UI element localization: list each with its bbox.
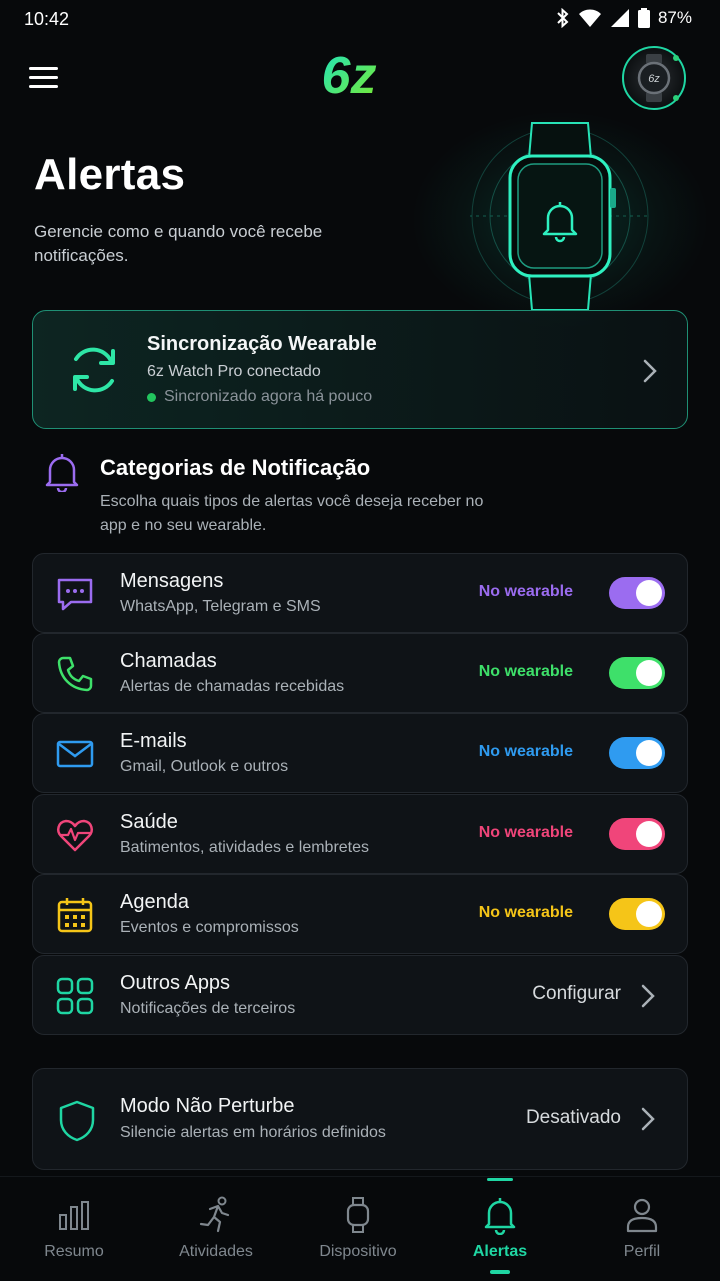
toggle-knob	[636, 901, 662, 927]
category-row-agenda[interactable]: Agenda Eventos e compromissos No wearabl…	[32, 874, 688, 954]
wearable-tag: No wearable	[478, 583, 573, 600]
chevron-right-icon	[641, 1107, 655, 1131]
sync-status-text: Sincronizado agora há pouco	[164, 388, 373, 405]
toggle-agenda[interactable]	[609, 898, 665, 930]
message-icon	[57, 578, 93, 611]
toggle-knob	[636, 580, 662, 606]
hamburger-icon	[29, 67, 58, 88]
sync-device: 6z Watch Pro conectado	[147, 363, 321, 380]
categories-description: Escolha quais tipos de alertas você dese…	[100, 493, 484, 534]
row-title: Agenda	[120, 891, 189, 913]
row-subtitle: Batimentos, atividades e lembretes	[120, 839, 370, 856]
app-logo: 6z	[312, 46, 386, 105]
row-title: Mensagens	[120, 570, 224, 592]
bottom-nav: Resumo Atividades Dispositivo Alertas Pe…	[0, 1176, 720, 1281]
battery-percent: 87%	[657, 8, 692, 27]
bluetooth-icon	[557, 8, 569, 28]
active-tab-indicator	[487, 1178, 513, 1181]
nav-item-perfil[interactable]: Perfil	[570, 1177, 714, 1281]
page-subtitle: Gerencie como e quando você recebe notif…	[34, 222, 323, 265]
nav-label: Perfil	[623, 1243, 661, 1260]
mail-icon	[56, 740, 94, 768]
wearable-tag: No wearable	[478, 743, 573, 760]
chevron-right-icon	[643, 359, 657, 383]
active-tab-dot	[490, 1270, 510, 1274]
toggle-knob	[636, 821, 662, 847]
category-row-emails[interactable]: E-mails Gmail, Outlook e outros No weara…	[32, 713, 688, 793]
row-title: Saúde	[120, 811, 178, 833]
configure-link[interactable]: Configurar	[532, 983, 621, 1005]
toggle-emails[interactable]	[609, 737, 665, 769]
nav-label: Dispositivo	[319, 1243, 397, 1260]
bell-icon	[484, 1198, 516, 1235]
nav-item-alertas[interactable]: Alertas	[428, 1177, 572, 1281]
chevron-right-icon	[641, 984, 655, 1008]
avatar-label: 6z	[648, 73, 660, 85]
status-bar: 10:42 87%	[0, 0, 720, 40]
wifi-icon	[578, 9, 601, 27]
toggle-knob	[636, 660, 662, 686]
running-icon	[199, 1196, 230, 1233]
row-subtitle: WhatsApp, Telegram e SMS	[120, 598, 321, 615]
do-not-disturb-row[interactable]: Modo Não Perturbe Silencie alertas em ho…	[32, 1068, 688, 1170]
toggle-chamadas[interactable]	[609, 657, 665, 689]
nav-item-resumo[interactable]: Resumo	[2, 1177, 146, 1281]
page-title: Alertas	[34, 150, 186, 199]
shield-icon	[59, 1100, 95, 1142]
row-subtitle: Alertas de chamadas recebidas	[120, 678, 345, 695]
nav-label: Atividades	[179, 1243, 253, 1260]
row-subtitle: Eventos e compromissos	[120, 919, 299, 936]
sync-title: Sincronização Wearable	[147, 333, 377, 355]
signal-icon	[610, 9, 629, 27]
phone-icon	[57, 656, 93, 692]
row-title: Outros Apps	[120, 972, 231, 994]
row-subtitle: Notificações de terceiros	[120, 1000, 296, 1017]
nav-item-atividades[interactable]: Atividades	[144, 1177, 288, 1281]
sync-icon	[73, 347, 115, 393]
avatar[interactable]: 6z	[622, 46, 686, 110]
wearable-tag: No wearable	[478, 904, 573, 921]
wearable-tag: No wearable	[478, 663, 573, 680]
status-dot-icon	[147, 392, 156, 402]
status-icons: 87%	[556, 8, 692, 28]
row-title: Chamadas	[120, 650, 217, 672]
smartwatch-illustration	[470, 122, 650, 311]
dnd-title: Modo Não Perturbe	[120, 1095, 295, 1117]
category-row-mensagens[interactable]: Mensagens WhatsApp, Telegram e SMS No we…	[32, 553, 688, 633]
bell-icon	[45, 454, 79, 492]
row-title: E-mails	[120, 730, 187, 752]
logo-text: 6z	[322, 47, 377, 102]
watch-icon	[346, 1197, 370, 1233]
apps-grid-icon	[56, 977, 94, 1015]
category-row-outros-apps[interactable]: Outros Apps Notificações de terceiros Co…	[32, 955, 688, 1035]
nav-label: Resumo	[44, 1243, 104, 1260]
category-row-saude[interactable]: Saúde Batimentos, atividades e lembretes…	[32, 794, 688, 874]
nav-item-dispositivo[interactable]: Dispositivo	[286, 1177, 430, 1281]
nav-label: Alertas	[472, 1243, 528, 1260]
status-time: 10:42	[24, 9, 70, 29]
dnd-value: Desativado	[525, 1107, 621, 1128]
sync-status: Sincronizado agora há pouco	[147, 388, 372, 406]
bar-chart-icon	[59, 1201, 89, 1230]
wearable-tag: No wearable	[478, 824, 573, 841]
categories-title: Categorias de Notificação	[100, 455, 371, 480]
calendar-icon	[57, 898, 93, 933]
row-subtitle: Gmail, Outlook e outros	[120, 758, 289, 775]
user-icon	[626, 1198, 658, 1233]
menu-button[interactable]	[28, 62, 60, 94]
battery-icon	[637, 8, 650, 28]
toggle-knob	[636, 740, 662, 766]
category-row-chamadas[interactable]: Chamadas Alertas de chamadas recebidas N…	[32, 633, 688, 713]
toggle-saude[interactable]	[609, 818, 665, 850]
heart-icon	[57, 819, 93, 852]
toggle-mensagens[interactable]	[609, 577, 665, 609]
dnd-subtitle: Silencie alertas em horários definidos	[120, 1124, 386, 1141]
watch-avatar-icon: 6z	[637, 54, 679, 102]
sync-wearable-card[interactable]: Sincronização Wearable 6z Watch Pro cone…	[32, 310, 688, 429]
